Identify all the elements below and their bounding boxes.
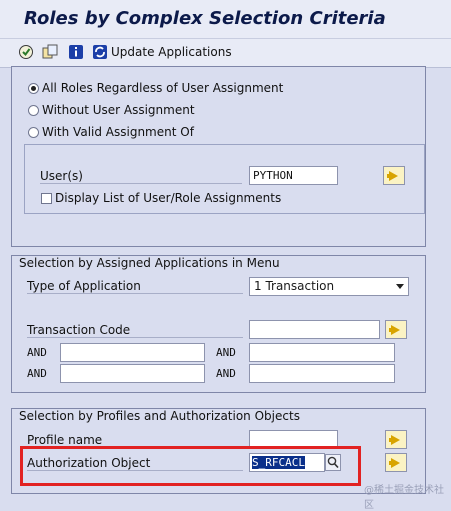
execute-icon[interactable]	[18, 44, 34, 60]
users-label: User(s)	[40, 169, 242, 184]
users-multiple-selection-arrow-icon[interactable]	[383, 166, 405, 185]
radio-all-roles-label: All Roles Regardless of User Assignment	[42, 81, 284, 95]
radio-without-user-label: Without User Assignment	[42, 103, 195, 117]
watermark: @稀土掘金技术社区	[364, 485, 444, 511]
application-type-value: 1 Transaction	[254, 279, 335, 293]
window-title: Roles by Complex Selection Criteria	[24, 8, 386, 29]
tcode-and-input-1[interactable]	[60, 343, 205, 362]
highlight-box	[20, 446, 361, 486]
and-label: AND	[216, 346, 236, 359]
applications-frame-title: Selection by Assigned Applications in Me…	[19, 256, 280, 270]
and-label: AND	[216, 367, 236, 380]
refresh-icon[interactable]	[92, 44, 108, 60]
chevron-down-icon	[396, 284, 404, 289]
radio-all-roles[interactable]	[28, 83, 39, 94]
display-list-label: Display List of User/Role Assignments	[55, 191, 282, 205]
authorization-object-multiple-selection-arrow-icon[interactable]	[385, 453, 407, 472]
transaction-code-input[interactable]	[249, 320, 380, 339]
transaction-code-multiple-selection-arrow-icon[interactable]	[385, 320, 407, 339]
users-input[interactable]: PYTHON	[249, 166, 338, 185]
and-label: AND	[27, 367, 47, 380]
radio-without-user[interactable]	[28, 105, 39, 116]
radio-valid-assignment[interactable]	[28, 127, 39, 138]
display-list-checkbox[interactable]	[41, 193, 52, 204]
profile-name-multiple-selection-arrow-icon[interactable]	[385, 430, 407, 449]
and-label: AND	[27, 346, 47, 359]
radio-valid-assignment-label: With Valid Assignment Of	[42, 125, 194, 139]
tcode-and-input-3[interactable]	[60, 364, 205, 383]
copy-icon[interactable]	[42, 44, 58, 60]
application-type-select[interactable]: 1 Transaction	[249, 277, 409, 296]
profiles-frame-title: Selection by Profiles and Authorization …	[19, 409, 300, 423]
transaction-code-label: Transaction Code	[27, 323, 243, 338]
update-applications-button[interactable]: Update Applications	[111, 45, 232, 59]
tcode-and-input-2[interactable]	[249, 343, 395, 362]
tcode-and-input-4[interactable]	[249, 364, 395, 383]
application-type-label: Type of Application	[27, 279, 243, 294]
info-icon[interactable]	[68, 44, 84, 60]
